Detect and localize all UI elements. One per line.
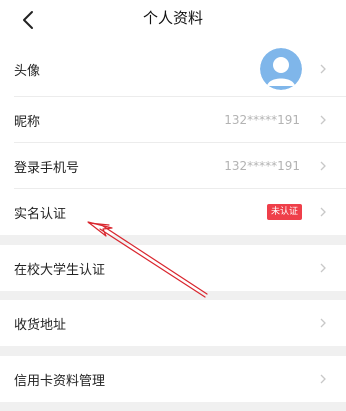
- chevron-right-icon: [318, 189, 328, 235]
- nickname-label: 昵称: [14, 114, 41, 130]
- address-label: 收货地址: [14, 317, 67, 333]
- chevron-right-icon: [318, 41, 328, 97]
- avatar-placeholder-icon[interactable]: [260, 48, 302, 90]
- chevron-right-icon: [318, 245, 328, 291]
- address-section: 收货地址: [0, 300, 346, 346]
- back-button[interactable]: [10, 2, 46, 38]
- navigation-bar: 个人资料: [0, 0, 346, 41]
- address-row[interactable]: 收货地址: [0, 300, 346, 346]
- unverified-badge: 未认证: [266, 204, 302, 220]
- student-section: 在校大学生认证: [0, 245, 346, 291]
- creditcard-row[interactable]: 信用卡资料管理: [0, 356, 346, 402]
- phone-row[interactable]: 登录手机号 132*****191: [0, 143, 346, 189]
- chevron-right-icon: [318, 300, 328, 346]
- page-title: 个人资料: [142, 9, 203, 27]
- chevron-left-icon: [23, 11, 33, 29]
- chevron-right-icon: [318, 97, 328, 143]
- nickname-value: 132*****191: [224, 113, 300, 127]
- avatar-row[interactable]: 头像: [0, 41, 346, 97]
- avatar-label: 头像: [14, 63, 41, 79]
- chevron-right-icon: [318, 356, 328, 402]
- creditcard-label: 信用卡资料管理: [14, 373, 106, 389]
- nickname-row[interactable]: 昵称 132*****191: [0, 97, 346, 143]
- realname-label: 实名认证: [14, 206, 67, 222]
- phone-value: 132*****191: [224, 159, 300, 173]
- basic-info-section: 头像 昵称 132*****191 登录手机号 132*****191 实名认证: [0, 41, 346, 235]
- student-row[interactable]: 在校大学生认证: [0, 245, 346, 291]
- creditcard-section: 信用卡资料管理: [0, 356, 346, 402]
- realname-row[interactable]: 实名认证 未认证: [0, 189, 346, 235]
- chevron-right-icon: [318, 143, 328, 189]
- student-label: 在校大学生认证: [14, 262, 106, 278]
- phone-label: 登录手机号: [14, 160, 80, 176]
